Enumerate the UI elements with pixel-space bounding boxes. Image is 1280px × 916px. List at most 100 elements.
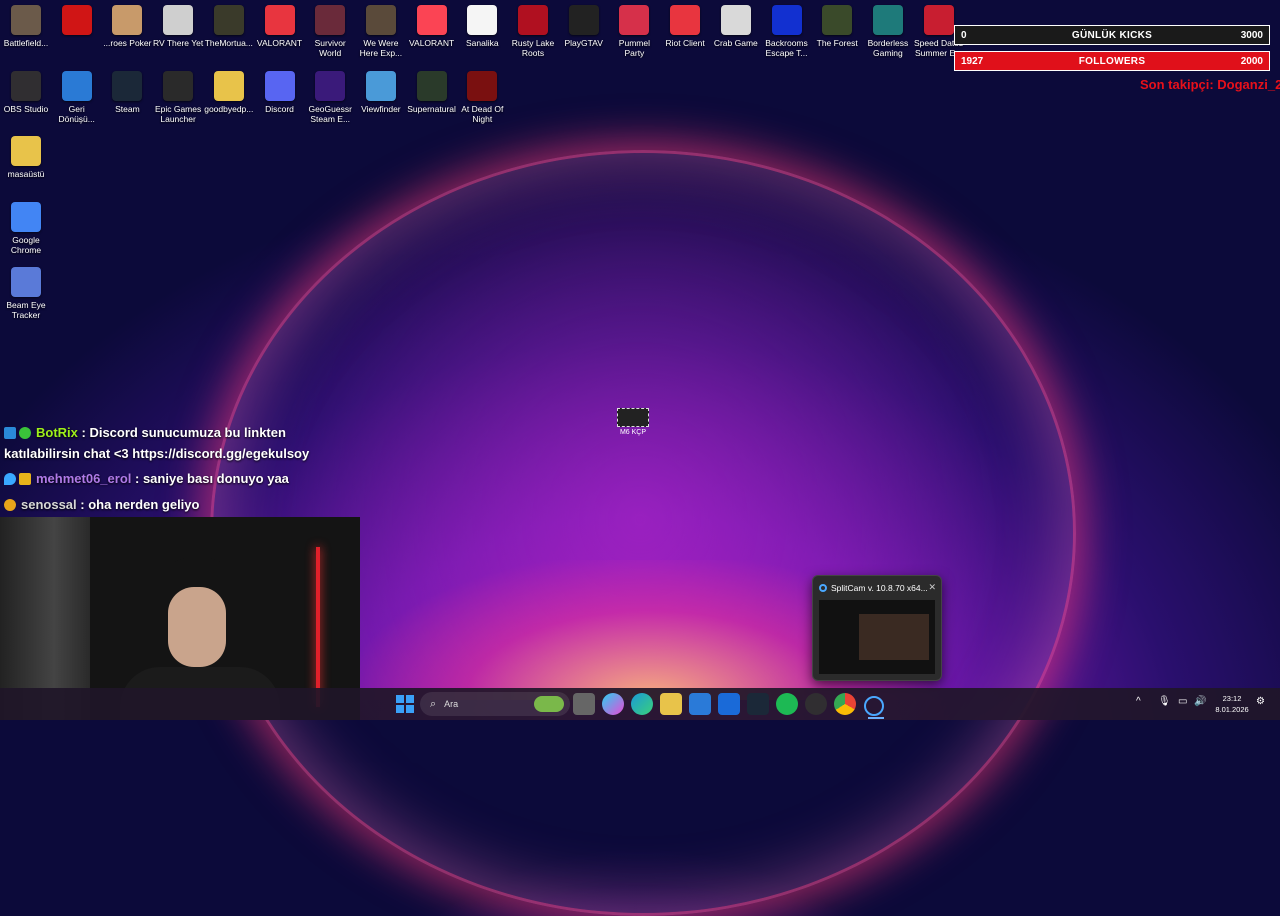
- desktop-shortcut[interactable]: Viewfinder: [355, 66, 407, 114]
- app-icon: [365, 71, 396, 101]
- shortcut-label: Survivor World: [314, 38, 346, 58]
- desktop-file-icon[interactable]: M6 KÇP: [612, 408, 654, 436]
- shortcut-label: VALORANT: [409, 38, 455, 48]
- shortcut-label: Supernatural: [407, 104, 456, 114]
- volume-icon[interactable]: 🔊: [1194, 696, 1206, 707]
- desktop-shortcut[interactable]: goodbyedp...: [203, 66, 255, 114]
- clock[interactable]: 23:12 8.01.2026: [1208, 693, 1256, 715]
- desktop-shortcut[interactable]: RV There Yet: [152, 0, 204, 48]
- desktop-shortcut[interactable]: Supernatural: [406, 66, 458, 114]
- shortcut-label: At Dead Of Night: [461, 104, 504, 124]
- shortcut-label: Battlefield...: [3, 38, 49, 48]
- app-icon: [619, 5, 650, 35]
- mail-icon[interactable]: [718, 693, 740, 715]
- steam-icon[interactable]: [747, 693, 769, 715]
- copilot-icon[interactable]: [602, 693, 624, 715]
- last-follower-text: Son takipçi: Doganzi_25: [1140, 77, 1280, 92]
- desktop-shortcut[interactable]: masaüstü: [0, 131, 52, 179]
- chat-text: : Discord sunucumuza bu linkten: [81, 425, 286, 440]
- desktop-shortcut[interactable]: Battlefield...: [0, 0, 52, 48]
- obs-icon[interactable]: [805, 693, 827, 715]
- task-view-icon[interactable]: [573, 693, 595, 715]
- edge-icon[interactable]: [631, 693, 653, 715]
- shortcut-label: Steam: [115, 104, 140, 114]
- store-icon[interactable]: [689, 693, 711, 715]
- preview-thumbnail[interactable]: [819, 600, 935, 674]
- shortcut-label: Epic Games Launcher: [154, 104, 202, 124]
- shortcut-label: Google Chrome: [10, 234, 42, 255]
- drop-badge-icon: [4, 473, 16, 485]
- shortcut-label: Riot Client: [665, 38, 705, 48]
- file-explorer-icon[interactable]: [660, 693, 682, 715]
- app-icon: [11, 5, 41, 35]
- chevron-up-icon[interactable]: ^: [1136, 696, 1141, 707]
- chat-message-cont: katılabilirsin chat <3 https://discord.g…: [4, 446, 309, 461]
- app-icon: [315, 5, 346, 35]
- led-light: [316, 547, 320, 707]
- windows-start-icon[interactable]: [394, 693, 416, 715]
- desktop-shortcut[interactable]: Steam: [101, 66, 153, 114]
- app-icon: [416, 5, 447, 35]
- app-icon: [213, 71, 244, 101]
- shortcut-label: ...roes Poker: [103, 38, 152, 48]
- app-icon: [11, 71, 41, 101]
- app-icon: [416, 71, 447, 101]
- desktop-shortcut[interactable]: GeoGuessr Steam E...: [304, 66, 356, 124]
- desktop-shortcut[interactable]: We Were Here Exp...: [355, 0, 407, 58]
- taskbar-preview-window[interactable]: SplitCam v. 10.8.70 x64... ✕: [812, 575, 942, 681]
- notification-icon[interactable]: ⚙: [1256, 696, 1265, 707]
- chat-text: katılabilirsin chat <3 https://discord.g…: [4, 446, 310, 461]
- desktop-shortcut[interactable]: Geri Dönüşü...: [51, 66, 103, 124]
- desktop-shortcut[interactable]: The Forest: [811, 0, 863, 48]
- desktop-shortcut[interactable]: VALORANT: [406, 0, 458, 48]
- shortcut-label: We Were Here Exp...: [359, 38, 403, 58]
- shortcut-label: Rusty Lake Roots: [511, 38, 555, 58]
- desktop-shortcut[interactable]: Rusty Lake Roots: [507, 0, 559, 58]
- shortcut-label: PlayGTAV: [564, 38, 603, 48]
- desktop-shortcut[interactable]: OBS Studio: [0, 66, 52, 114]
- desktop-shortcut[interactable]: Google Chrome: [0, 197, 52, 255]
- app-icon: [872, 5, 903, 35]
- chrome-icon[interactable]: [834, 693, 856, 715]
- desktop-shortcut[interactable]: Beam Eye Tracker: [0, 262, 52, 320]
- desktop-shortcut[interactable]: ...roes Poker: [101, 0, 153, 48]
- app-icon: [163, 5, 194, 35]
- app-icon: [822, 5, 853, 35]
- desktop-shortcut[interactable]: PlayGTAV: [558, 0, 610, 48]
- splitcam-icon: [819, 584, 827, 592]
- search-placeholder: Ara: [444, 699, 459, 709]
- network-icon[interactable]: ▭: [1178, 696, 1187, 707]
- spotify-icon[interactable]: [776, 693, 798, 715]
- desktop-shortcut[interactable]: TheMortua...: [203, 0, 255, 48]
- microphone-icon[interactable]: 🎙: [1158, 696, 1171, 707]
- video-file-icon: [617, 408, 649, 427]
- desktop-shortcut[interactable]: Riot Client: [659, 0, 711, 48]
- app-icon: [923, 5, 954, 35]
- app-icon: [365, 5, 396, 35]
- splitcam-taskbar-icon[interactable]: [864, 696, 884, 716]
- desktop-shortcut[interactable]: Survivor World: [304, 0, 356, 58]
- app-icon: [112, 71, 143, 101]
- close-icon[interactable]: ✕: [928, 582, 936, 593]
- desktop-shortcut[interactable]: At Dead Of Night: [456, 66, 508, 124]
- clock-date: 8.01.2026: [1215, 705, 1249, 714]
- desktop-shortcut[interactable]: Sanalika: [456, 0, 508, 48]
- app-icon: [771, 5, 802, 35]
- desktop-shortcut[interactable]: Crab Game: [710, 0, 762, 48]
- desktop-shortcut[interactable]: Discord: [254, 66, 306, 114]
- shortcut-label: masaüstü: [7, 169, 45, 179]
- desktop-shortcut[interactable]: Borderless Gaming: [862, 0, 914, 58]
- shortcut-label: Sanalika: [465, 38, 499, 48]
- followers-bar: 1927 FOLLOWERS 2000: [954, 51, 1270, 71]
- app-icon: [720, 5, 751, 35]
- search-box[interactable]: ⌕ Ara: [420, 692, 570, 716]
- clock-time: 23:12: [1222, 694, 1242, 703]
- desktop-shortcut[interactable]: Backrooms Escape T...: [761, 0, 813, 58]
- shortcut-label: GeoGuessr Steam E...: [308, 104, 352, 124]
- desktop-shortcut[interactable]: Epic Games Launcher: [152, 66, 204, 124]
- shortcut-label: The Forest: [816, 38, 858, 48]
- desktop-shortcut[interactable]: Pummel Party: [608, 0, 660, 58]
- desktop-shortcut[interactable]: [51, 0, 103, 38]
- desktop-shortcut[interactable]: VALORANT: [254, 0, 306, 48]
- app-icon: [264, 71, 295, 101]
